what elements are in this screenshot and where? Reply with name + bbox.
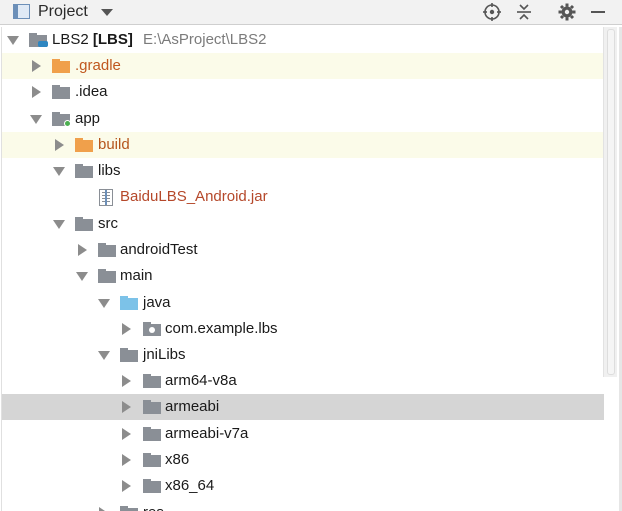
folder-icon — [98, 243, 116, 257]
folder-icon — [75, 138, 93, 152]
dropdown-caret-icon[interactable] — [101, 9, 113, 16]
hide-icon[interactable] — [588, 2, 608, 22]
tree-item-label: armeabi — [165, 398, 220, 415]
expand-toggle-icon[interactable] — [78, 244, 87, 256]
tree-row-src[interactable]: src — [2, 211, 604, 237]
tree-row-java[interactable]: java — [2, 290, 604, 316]
expand-toggle-icon[interactable] — [53, 220, 65, 229]
project-tree: LBS2 [LBS] E:\AsProject\LBS2 .gradle .id… — [1, 27, 619, 511]
tree-item-label: x86_64 — [165, 477, 215, 494]
tree-row-build[interactable]: build — [2, 132, 604, 158]
expand-toggle-icon[interactable] — [76, 272, 88, 281]
tree-item-label: com.example.lbs — [165, 320, 278, 337]
collapse-all-icon[interactable] — [514, 2, 534, 22]
tree-row-x86[interactable]: x86 — [2, 447, 604, 473]
folder-icon — [52, 59, 70, 73]
tree-item-label: armeabi-v7a — [165, 425, 249, 442]
expand-toggle-icon[interactable] — [122, 454, 131, 466]
expand-toggle-icon[interactable] — [122, 401, 131, 413]
tree-row-gradle[interactable]: .gradle — [2, 53, 604, 79]
expand-toggle-icon[interactable] — [98, 351, 110, 360]
tree-item-label: .gradle — [75, 57, 121, 74]
expand-toggle-icon[interactable] — [32, 86, 41, 98]
package-icon — [143, 322, 161, 336]
tree-row-arm64-v8a[interactable]: arm64-v8a — [2, 368, 604, 394]
folder-icon — [143, 479, 161, 493]
tree-row-androidtest[interactable]: androidTest — [2, 237, 604, 263]
folder-icon — [75, 217, 93, 231]
module-name: [LBS] — [92, 31, 133, 48]
locate-icon[interactable] — [482, 2, 502, 22]
folder-icon — [98, 269, 116, 283]
tree-row-res[interactable]: res — [2, 500, 604, 511]
tree-row-package[interactable]: com.example.lbs — [2, 316, 604, 342]
scrollbar-thumb[interactable] — [607, 29, 615, 375]
tree-item-label: app — [75, 110, 101, 127]
tree-row-root[interactable]: LBS2 [LBS] E:\AsProject\LBS2 — [2, 27, 604, 53]
folder-icon — [143, 427, 161, 441]
source-folder-icon — [120, 296, 138, 310]
tree-item-label: main — [120, 267, 153, 284]
tree-row-armeabi-v7a[interactable]: armeabi-v7a — [2, 421, 604, 447]
tree-item-label: androidTest — [120, 241, 198, 258]
tree-item-label: jniLibs — [143, 346, 186, 363]
tree-row-jar[interactable]: BaiduLBS_Android.jar — [2, 184, 604, 210]
folder-icon — [75, 164, 93, 178]
settings-gear-icon[interactable] — [557, 2, 577, 22]
tree-item-label: arm64-v8a — [165, 372, 237, 389]
tree-item-label: x86 — [165, 451, 190, 468]
project-path: E:\AsProject\LBS2 — [143, 31, 267, 48]
expand-toggle-icon[interactable] — [53, 167, 65, 176]
module-folder-icon — [29, 33, 48, 47]
tree-row-idea[interactable]: .idea — [2, 79, 604, 105]
folder-icon — [143, 374, 161, 388]
expand-toggle-icon[interactable] — [122, 323, 131, 335]
folder-icon — [120, 506, 138, 511]
expand-toggle-icon[interactable] — [122, 480, 131, 492]
folder-icon — [120, 348, 138, 362]
tree-row-jnilibs[interactable]: jniLibs — [2, 342, 604, 368]
view-selector-title[interactable]: Project — [38, 3, 88, 21]
folder-icon — [143, 453, 161, 467]
tree-row-x86-64[interactable]: x86_64 — [2, 473, 604, 499]
tree-item-label: res — [143, 504, 164, 511]
tree-item-label: src — [98, 215, 118, 232]
expand-toggle-icon[interactable] — [98, 299, 110, 308]
folder-icon — [143, 400, 161, 414]
project-toolwindow-header: Project — [0, 0, 622, 25]
tree-row-main[interactable]: main — [2, 263, 604, 289]
project-view-icon — [13, 4, 30, 19]
module-folder-icon — [52, 112, 71, 127]
tree-item-label: BaiduLBS_Android.jar — [120, 188, 268, 205]
expand-toggle-icon[interactable] — [7, 36, 19, 45]
expand-toggle-icon[interactable] — [122, 428, 131, 440]
expand-toggle-icon[interactable] — [55, 139, 64, 151]
tree-row-app[interactable]: app — [2, 106, 604, 132]
tree-item-label: .idea — [75, 83, 108, 100]
vertical-scrollbar[interactable] — [603, 27, 617, 377]
tree-row-armeabi[interactable]: armeabi — [2, 394, 604, 420]
expand-toggle-icon[interactable] — [99, 507, 108, 511]
expand-toggle-icon[interactable] — [30, 115, 42, 124]
tree-row-libs[interactable]: libs — [2, 158, 604, 184]
tree-item-label: libs — [98, 162, 121, 179]
expand-toggle-icon[interactable] — [32, 60, 41, 72]
expand-toggle-icon[interactable] — [122, 375, 131, 387]
folder-icon — [52, 85, 70, 99]
jar-file-icon — [99, 189, 113, 206]
tree-item-label: build — [98, 136, 130, 153]
tree-item-label: java — [143, 294, 171, 311]
root-label: LBS2 — [52, 31, 89, 48]
